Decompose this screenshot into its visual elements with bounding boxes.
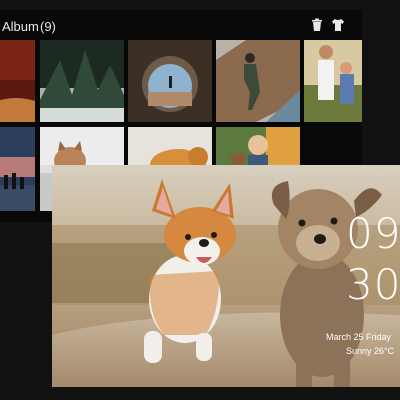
clock-hours: 09 xyxy=(346,209,400,258)
date-text: March 25 Friday xyxy=(326,332,392,342)
thumb-tent-view[interactable] xyxy=(128,40,212,122)
thumb-family[interactable] xyxy=(304,40,362,122)
weather-text: Sunny 26°C xyxy=(346,346,395,356)
wallpaper-preview[interactable]: 09 30 March 25 Friday Sunny 26°C xyxy=(52,165,400,387)
thumb-hiker[interactable] xyxy=(216,40,300,122)
thumb-red-abstract[interactable] xyxy=(0,40,35,122)
album-header: Album (9) xyxy=(0,10,362,40)
album-title: Album xyxy=(2,19,39,34)
thumb-beach-sunset[interactable] xyxy=(0,127,35,211)
thumb-forest-mist[interactable] xyxy=(40,40,124,122)
album-count: (9) xyxy=(40,19,56,34)
shirt-icon[interactable] xyxy=(331,18,345,32)
trash-icon[interactable] xyxy=(310,18,324,32)
clock-minutes: 30 xyxy=(346,260,400,309)
